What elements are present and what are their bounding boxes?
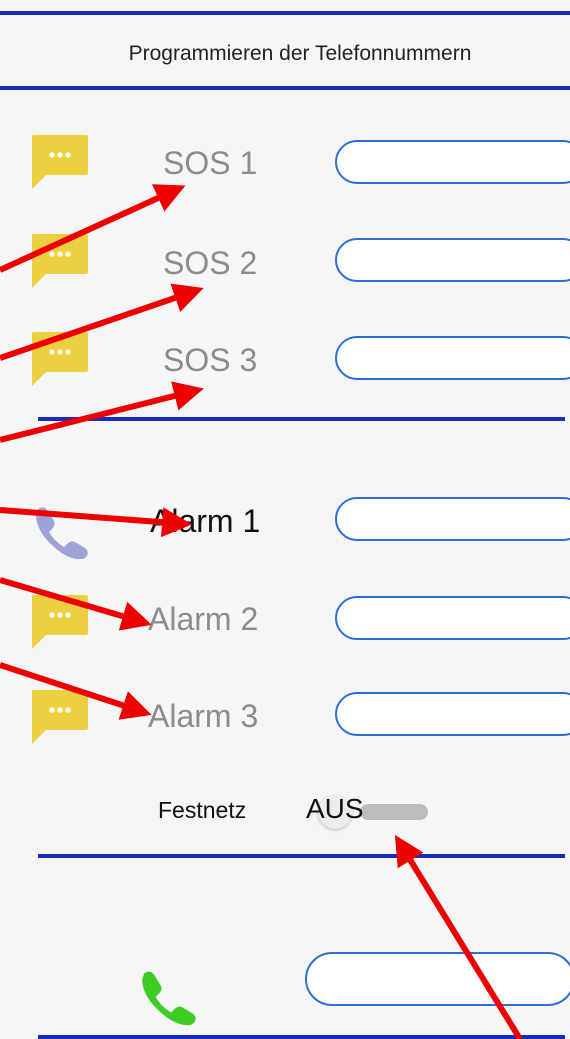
sos-2-number-field[interactable] (335, 238, 570, 282)
alarm-2-label: Alarm 2 (148, 601, 259, 637)
sos-divider (38, 417, 565, 421)
landline-label: Festnetz (158, 797, 247, 823)
page-title: Programmieren der Telefonnummern (128, 42, 472, 65)
sos-3-number-field[interactable] (335, 336, 570, 380)
sos-3-label: SOS 3 (163, 342, 258, 378)
annotation-arrow (0, 381, 204, 443)
alarm-3-label: Alarm 3 (148, 698, 259, 734)
alarm-3-number-field[interactable] (335, 692, 570, 736)
top-divider (0, 11, 570, 15)
sms-icon (32, 595, 88, 649)
bottom-number-field[interactable] (305, 952, 570, 1006)
alarm-divider (38, 854, 565, 858)
header-divider (0, 86, 570, 90)
annotation-arrow (0, 184, 186, 273)
sos-1-number-field[interactable] (335, 140, 570, 184)
sms-icon (32, 690, 88, 744)
alarm-1-number-field[interactable] (335, 497, 570, 541)
alarm-1-label: Alarm 1 (150, 503, 261, 539)
annotation-arrow (394, 834, 523, 1039)
green-phone-icon[interactable] (136, 963, 200, 1029)
phone-icon (36, 507, 88, 559)
bottom-divider (38, 1035, 565, 1039)
sms-icon (32, 234, 88, 288)
sms-icon (32, 332, 88, 386)
sos-2-label: SOS 2 (163, 245, 258, 281)
landline-toggle-state: AUS (306, 793, 364, 824)
sms-icon (32, 135, 88, 189)
alarm-2-number-field[interactable] (335, 596, 570, 640)
landline-toggle[interactable] (360, 804, 428, 820)
sos-1-label: SOS 1 (163, 145, 258, 181)
